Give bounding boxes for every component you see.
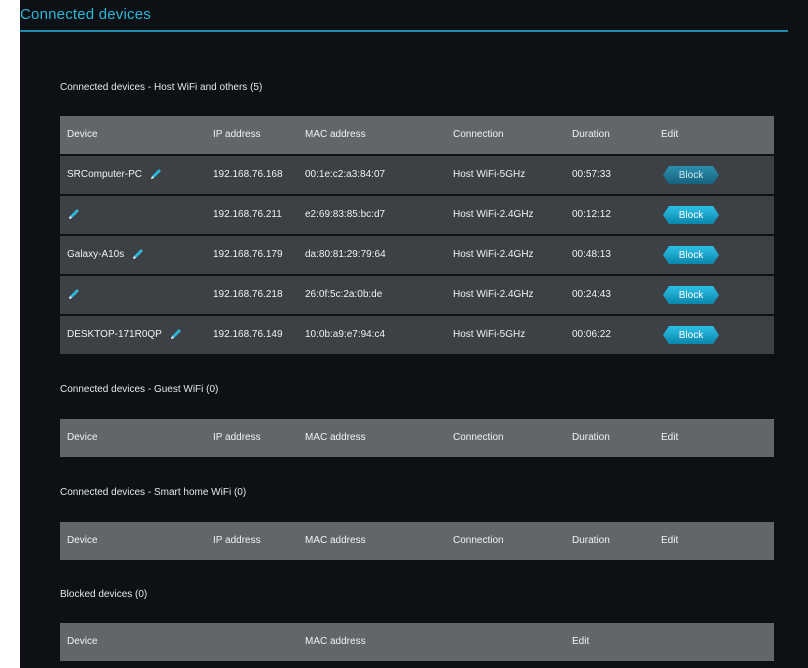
smart-home-devices-table: Device IP address MAC address Connection… xyxy=(60,522,774,562)
col-edit: Edit xyxy=(661,535,679,546)
device-name: Galaxy-A10s xyxy=(67,249,125,260)
device-cell xyxy=(67,196,81,234)
table-header-row: Device IP address MAC address Connection… xyxy=(60,419,774,457)
host-section-title: Connected devices - Host WiFi and others… xyxy=(60,82,263,93)
connection-cell: Host WiFi-5GHz xyxy=(453,169,526,180)
connection-cell: Host WiFi-2.4GHz xyxy=(453,209,534,220)
col-ip: IP address xyxy=(213,432,261,443)
col-mac: MAC address xyxy=(305,636,366,647)
col-device: Device xyxy=(67,535,98,546)
table-row: SRComputer-PC 192.168.76.168 00:1e:c2:a3… xyxy=(60,156,774,194)
pencil-icon[interactable] xyxy=(149,167,163,181)
block-button[interactable]: Block xyxy=(663,286,719,304)
duration-cell: 00:57:33 xyxy=(572,169,611,180)
device-cell: DESKTOP-171R0QP xyxy=(67,316,183,354)
smart-home-section-title: Connected devices - Smart home WiFi (0) xyxy=(60,487,247,498)
pencil-icon[interactable] xyxy=(67,287,81,301)
pencil-icon[interactable] xyxy=(169,327,183,341)
device-cell: SRComputer-PC xyxy=(67,156,163,194)
guest-section-title: Connected devices - Guest WiFi (0) xyxy=(60,384,219,395)
mac-cell: 00:1e:c2:a3:84:07 xyxy=(305,169,386,180)
col-edit: Edit xyxy=(572,636,590,647)
blocked-devices-table: Device MAC address Edit xyxy=(60,623,774,663)
col-duration: Duration xyxy=(572,129,610,140)
col-device: Device xyxy=(67,129,98,140)
ip-cell: 192.168.76.211 xyxy=(213,209,282,220)
mac-cell: da:80:81:29:79:64 xyxy=(305,249,386,260)
col-ip: IP address xyxy=(213,535,261,546)
col-mac: MAC address xyxy=(305,432,366,443)
col-device: Device xyxy=(67,636,98,647)
table-header-row: Device MAC address Edit xyxy=(60,623,774,661)
device-cell: Galaxy-A10s xyxy=(67,236,145,274)
pencil-icon[interactable] xyxy=(131,247,145,261)
block-button[interactable]: Block xyxy=(663,206,719,224)
col-device: Device xyxy=(67,432,98,443)
block-button[interactable]: Block xyxy=(663,166,719,184)
device-name: SRComputer-PC xyxy=(67,169,143,180)
blocked-section-title: Blocked devices (0) xyxy=(60,589,148,600)
page-title: Connected devices xyxy=(20,6,151,23)
duration-cell: 00:06:22 xyxy=(572,329,611,340)
col-duration: Duration xyxy=(572,535,610,546)
title-divider xyxy=(20,30,788,32)
connection-cell: Host WiFi-2.4GHz xyxy=(453,289,534,300)
col-ip: IP address xyxy=(213,129,261,140)
col-duration: Duration xyxy=(572,432,610,443)
block-button[interactable]: Block xyxy=(663,246,719,264)
col-connection: Connection xyxy=(453,535,504,546)
col-edit: Edit xyxy=(661,432,679,443)
table-row: 192.168.76.211 e2:69:83:85:bc:d7 Host Wi… xyxy=(60,196,774,234)
block-button[interactable]: Block xyxy=(663,326,719,344)
table-row: Galaxy-A10s 192.168.76.179 da:80:81:29:7… xyxy=(60,236,774,274)
table-row: DESKTOP-171R0QP 192.168.76.149 10:0b:a9:… xyxy=(60,316,774,354)
col-connection: Connection xyxy=(453,129,504,140)
col-edit: Edit xyxy=(661,129,679,140)
mac-cell: 10:0b:a9:e7:94:c4 xyxy=(305,329,386,340)
mac-cell: 26:0f:5c:2a:0b:de xyxy=(305,289,383,300)
duration-cell: 00:24:43 xyxy=(572,289,611,300)
col-mac: MAC address xyxy=(305,535,366,546)
duration-cell: 00:12:12 xyxy=(572,209,611,220)
table-row: 192.168.76.218 26:0f:5c:2a:0b:de Host Wi… xyxy=(60,276,774,314)
table-header-row: Device IP address MAC address Connection… xyxy=(60,116,774,154)
table-header-row: Device IP address MAC address Connection… xyxy=(60,522,774,560)
connection-cell: Host WiFi-2.4GHz xyxy=(453,249,534,260)
device-cell xyxy=(67,276,81,314)
guest-devices-table: Device IP address MAC address Connection… xyxy=(60,419,774,459)
pencil-icon[interactable] xyxy=(67,207,81,221)
connection-cell: Host WiFi-5GHz xyxy=(453,329,526,340)
mac-cell: e2:69:83:85:bc:d7 xyxy=(305,209,386,220)
ip-cell: 192.168.76.218 xyxy=(213,289,283,300)
col-connection: Connection xyxy=(453,432,504,443)
col-mac: MAC address xyxy=(305,129,366,140)
ip-cell: 192.168.76.179 xyxy=(213,249,283,260)
device-name: DESKTOP-171R0QP xyxy=(67,329,162,340)
ip-cell: 192.168.76.149 xyxy=(213,329,283,340)
host-devices-table: Device IP address MAC address Connection… xyxy=(60,116,774,356)
duration-cell: 00:48:13 xyxy=(572,249,611,260)
ip-cell: 192.168.76.168 xyxy=(213,169,283,180)
